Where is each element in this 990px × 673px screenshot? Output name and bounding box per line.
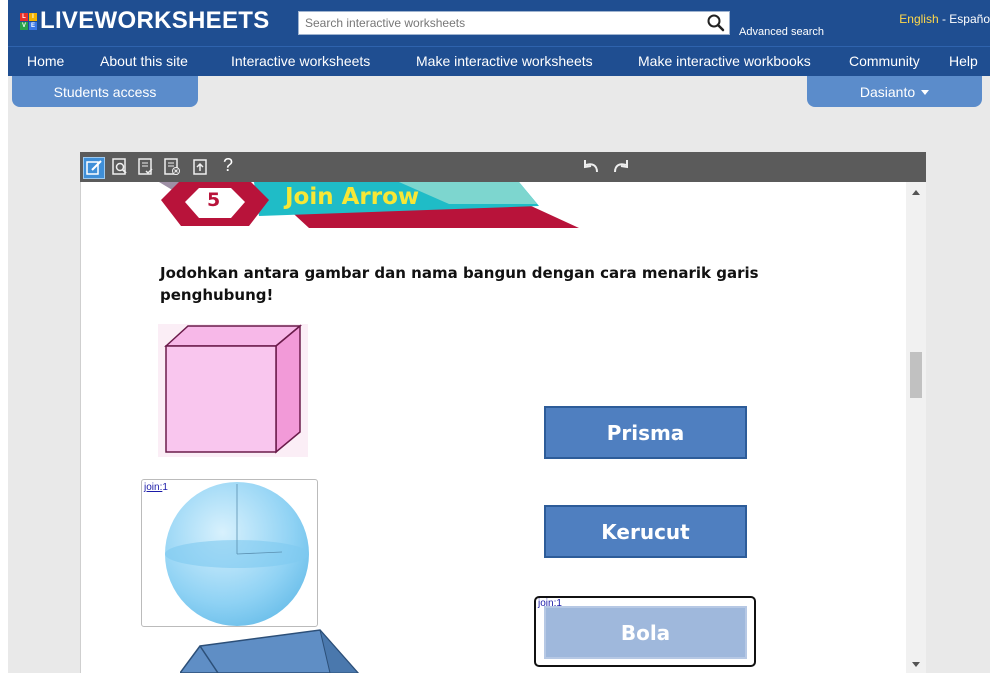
undo-icon[interactable]	[580, 156, 602, 178]
nav-about[interactable]: About this site	[100, 53, 188, 69]
scroll-thumb[interactable]	[910, 352, 922, 398]
search-icon[interactable]	[706, 13, 726, 33]
logo-text: LIVEWORKSHEETS	[40, 7, 270, 34]
redo-icon[interactable]	[610, 156, 632, 178]
worksheet-scrollbar[interactable]	[906, 182, 926, 673]
sphere-image	[165, 482, 309, 626]
check-answers-icon[interactable]	[136, 157, 156, 177]
instruction-text: Jodohkan antara gambar dan nama bangun d…	[160, 264, 759, 304]
main-nav: Home About this site Interactive workshe…	[8, 46, 990, 76]
answer-bola-selected[interactable]: join:1 Bola	[534, 596, 756, 667]
prism-image	[180, 629, 360, 673]
nav-help[interactable]: Help	[949, 53, 978, 69]
logo-letter: E	[29, 21, 37, 30]
nav-community[interactable]: Community	[849, 53, 920, 69]
clear-answers-icon[interactable]	[162, 157, 182, 177]
logo-letter: L	[20, 12, 28, 21]
user-name: Dasianto	[859, 83, 916, 100]
worksheet-toolbar: ?	[80, 152, 926, 182]
cube-image	[158, 324, 308, 457]
caret-down-icon	[921, 90, 930, 95]
answer-bola-label: Bola	[620, 620, 671, 645]
nav-make-worksheets[interactable]: Make interactive worksheets	[416, 53, 593, 69]
logo-icon: L I V E	[20, 12, 37, 30]
sphere-card[interactable]: join:1	[141, 479, 318, 627]
logo-letter: V	[20, 21, 28, 30]
students-access-label: Students access	[53, 83, 157, 100]
nav-interactive-worksheets[interactable]: Interactive worksheets	[231, 53, 370, 69]
preview-icon[interactable]	[110, 157, 130, 177]
nav-make-workbooks[interactable]: Make interactive workbooks	[638, 53, 811, 69]
edit-icon[interactable]	[83, 157, 105, 179]
search-box	[298, 11, 730, 35]
lang-separator: -	[938, 12, 950, 26]
students-access-tab[interactable]: Students access	[12, 76, 198, 107]
user-menu-tab[interactable]: Dasianto	[807, 76, 982, 107]
nav-home[interactable]: Home	[27, 53, 64, 69]
upload-icon[interactable]	[190, 157, 210, 177]
search-input[interactable]	[299, 12, 706, 34]
answer-prisma[interactable]: Prisma	[544, 406, 747, 459]
advanced-search-link[interactable]: Advanced search	[739, 26, 824, 38]
help-icon[interactable]: ?	[223, 155, 233, 176]
banner-title: Join Arrow	[285, 184, 420, 210]
scroll-up-icon[interactable]	[912, 190, 920, 195]
join-label: join:	[144, 482, 163, 493]
left-edge	[0, 0, 8, 673]
site-logo[interactable]: L I V E LIVEWORKSHEETS	[20, 7, 270, 35]
scroll-down-icon[interactable]	[912, 662, 920, 667]
lang-english-link[interactable]: English	[899, 12, 938, 26]
language-switch: English - Españo	[899, 12, 990, 26]
banner-number: 5	[207, 189, 221, 211]
lang-spanish-link[interactable]: Españo	[949, 12, 990, 26]
top-bar: L I V E LIVEWORKSHEETS Advanced search E…	[8, 0, 990, 46]
answer-kerucut-label: Kerucut	[601, 519, 690, 544]
answer-prisma-label: Prisma	[606, 420, 685, 445]
answer-bola[interactable]: Bola	[544, 606, 747, 659]
answer-kerucut[interactable]: Kerucut	[544, 505, 747, 558]
logo-letter: I	[29, 12, 37, 21]
